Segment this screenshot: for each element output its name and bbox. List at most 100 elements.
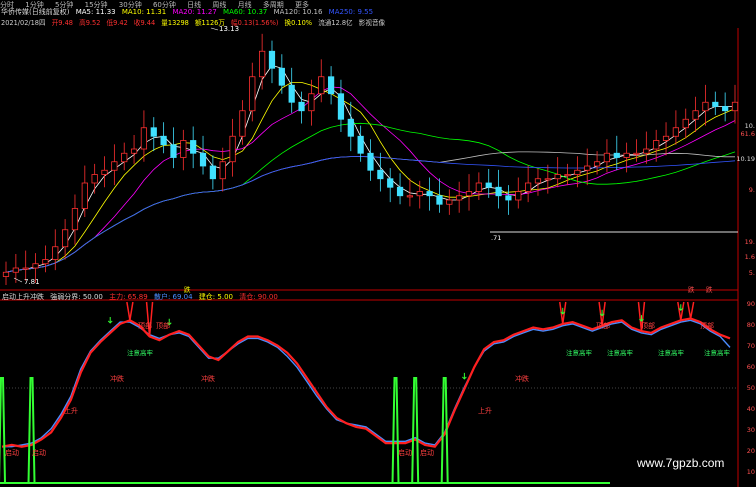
candle-body — [416, 191, 423, 197]
candle-body — [515, 191, 522, 201]
candle-body — [574, 169, 581, 175]
signal-markers — [107, 301, 695, 380]
candlesticks — [2, 33, 739, 285]
candle-body — [180, 140, 187, 158]
candle-body — [505, 195, 512, 201]
candle-body — [653, 140, 660, 150]
ind-axis-50: 50 — [746, 384, 755, 392]
sell-marker-3: 跌 — [706, 285, 713, 294]
candle-body — [525, 182, 532, 192]
candle-body — [456, 195, 463, 201]
candle-body — [209, 165, 216, 180]
candle-body — [12, 267, 19, 273]
candle-body — [406, 195, 414, 198]
candle-body — [71, 208, 79, 231]
candle-body — [259, 50, 266, 78]
candle-body — [239, 110, 246, 137]
label-top-5: 顶部 — [700, 321, 714, 330]
indicator-name: 启动上升冲跌 — [2, 293, 44, 301]
candle-body — [298, 101, 305, 112]
candle-body — [731, 101, 739, 112]
price-axis-tick-5: 19. — [744, 238, 755, 246]
ind-axis-20: 20 — [746, 447, 755, 455]
start-spike — [391, 377, 400, 484]
price-axis-tick-6: 1.6 — [744, 253, 755, 261]
candle-body — [485, 182, 492, 188]
candle-body — [544, 178, 551, 181]
candle-body — [613, 152, 620, 158]
label-start-3: 启动 — [398, 448, 412, 457]
buy-arrow-icon — [462, 372, 467, 380]
label-rise-2: 上升 — [478, 406, 492, 415]
candle-body — [170, 144, 177, 158]
candle-body — [722, 106, 729, 112]
start-spike — [411, 377, 420, 484]
candle-body — [61, 229, 69, 248]
candle-body — [337, 93, 345, 120]
param-threshold: 強弱分界: 50.00 — [50, 293, 103, 301]
candle-body — [160, 135, 167, 146]
candle-body — [190, 140, 197, 154]
label-top-2: 顶部 — [156, 321, 170, 330]
label-rise-1: 上升 — [64, 406, 78, 415]
label-warn-2: 注意高牢 — [566, 348, 593, 357]
ind-axis-10: 10 — [746, 468, 755, 476]
param-build: 建仓: 5.00 — [198, 293, 233, 301]
label-start-4: 启动 — [420, 448, 434, 457]
candle-body — [633, 152, 640, 155]
ind-axis-90: 90 — [746, 300, 755, 308]
start-spike — [27, 377, 36, 484]
label-drop-1: 冲跌 — [110, 374, 124, 383]
ind-axis-80: 80 — [746, 321, 755, 329]
label-warn-5: 注意高牢 — [704, 348, 731, 357]
candle-body — [42, 259, 49, 265]
candle-body — [327, 76, 335, 95]
candle-body — [623, 152, 630, 158]
buy-arrow-icon — [107, 316, 113, 324]
mid-price-annotation: .71 — [491, 234, 501, 242]
candle-body — [495, 186, 502, 197]
candle-body — [643, 148, 650, 154]
candle-body — [121, 152, 128, 163]
candle-body — [140, 127, 148, 150]
price-axis-tick-4: 9. — [748, 186, 755, 194]
candle-body — [603, 152, 611, 163]
candle-body — [91, 174, 98, 184]
candle-body — [81, 182, 88, 209]
watermark: www.7gpzb.com — [637, 456, 725, 470]
candle-body — [682, 118, 689, 129]
candle-body — [554, 174, 561, 180]
candle-body — [662, 135, 670, 141]
sell-marker-2: 跌 — [688, 285, 695, 294]
candle-body — [712, 101, 719, 107]
label-drop-2: 冲跌 — [201, 374, 215, 383]
price-axis-tick-1: 10. — [744, 122, 755, 130]
label-drop-3: 冲跌 — [515, 374, 529, 383]
candle-body — [357, 135, 364, 154]
label-top-1: 顶部 — [138, 321, 152, 330]
label-warn-1: 注意高牢 — [127, 348, 154, 357]
candle-body — [347, 118, 354, 137]
ind-axis-70: 70 — [746, 342, 755, 350]
candle-body — [367, 152, 374, 171]
candle-body — [475, 182, 482, 192]
candle-body — [278, 67, 285, 86]
candle-body — [219, 161, 226, 180]
candle-body — [268, 50, 276, 69]
high-pointer — [210, 27, 219, 31]
label-warn-4: 注意高牢 — [658, 348, 685, 357]
start-spike — [0, 377, 6, 484]
candle-body — [426, 191, 433, 197]
price-axis-tick-7: 5. — [748, 269, 755, 277]
candle-body — [249, 76, 256, 112]
ind-axis-60: 60 — [746, 363, 755, 371]
label-start-2: 启动 — [32, 448, 46, 457]
chart-canvas[interactable]: 13.13 7.81 .71 跌 跌 跌 启动 启动 启动 启动 上升 上升 冲… — [0, 0, 756, 487]
price-axis-tick-3: 10.19 — [736, 155, 755, 163]
price-axis-tick-2: 61.6 — [740, 130, 755, 138]
candle-body — [52, 246, 59, 260]
candle-body — [111, 161, 118, 171]
ind-axis-40: 40 — [746, 405, 755, 413]
candle-body — [308, 93, 315, 112]
label-warn-3: 注意高牢 — [607, 348, 634, 357]
